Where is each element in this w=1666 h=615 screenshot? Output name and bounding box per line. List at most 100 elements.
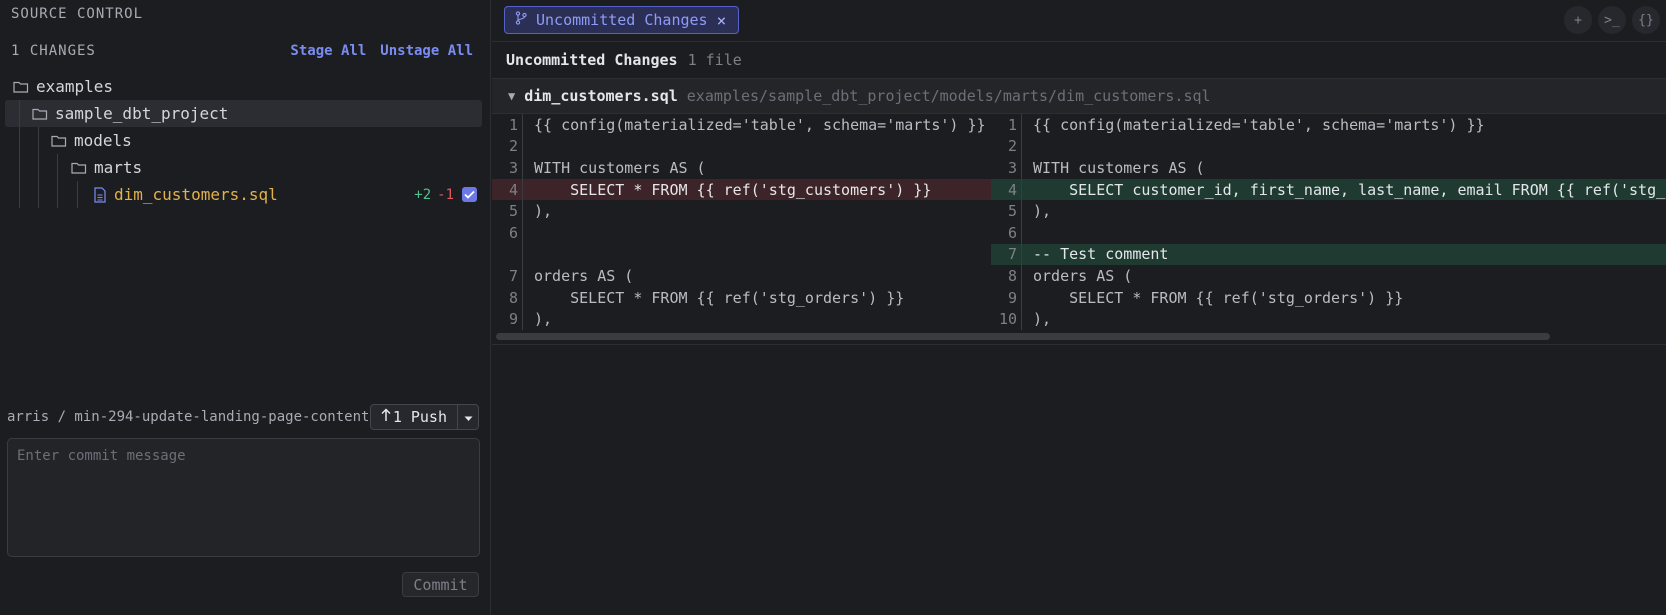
line-code: {{ config(materialized='table', schema='… <box>534 115 986 134</box>
original-pane: 1 {{ config(materialized='table', schema=… <box>492 114 991 332</box>
tree-item-label: examples <box>36 77 114 96</box>
tree-item-examples[interactable]: examples <box>5 73 482 100</box>
changes-header: 1 CHANGES Stage All Unstage All <box>11 41 473 61</box>
tree-item-dim-customers-sql[interactable]: dim_customers.sql +2 -1 <box>5 181 482 208</box>
line-number: 4 <box>1007 180 1017 199</box>
deletions-count: -1 <box>437 186 454 203</box>
gutter-divider <box>1021 114 1022 136</box>
diff-stats: +2 -1 <box>414 187 454 203</box>
commit-message-input[interactable] <box>8 439 479 556</box>
file-icon <box>93 186 107 203</box>
folder-icon <box>32 107 48 120</box>
close-icon[interactable]: × <box>717 11 727 30</box>
line-number: 3 <box>1007 158 1017 177</box>
line-number: 2 <box>508 137 518 156</box>
gutter-divider <box>522 200 523 222</box>
braces-icon[interactable]: {} <box>1632 6 1660 34</box>
tab-uncommitted-changes[interactable]: Uncommitted Changes × <box>504 6 740 34</box>
code-line: 1 {{ config(materialized='table', schema=… <box>492 114 991 136</box>
line-code: SELECT * FROM {{ ref('stg_orders') }} <box>1033 288 1404 307</box>
unstage-all-button[interactable]: Unstage All <box>380 43 473 59</box>
file-header-name: dim_customers.sql <box>524 87 678 105</box>
code-line: 8 orders AS ( <box>991 265 1666 287</box>
horizontal-scrollbar[interactable] <box>496 333 1550 340</box>
code-line: 7 orders AS ( <box>492 265 991 287</box>
tree-item-sample-dbt-project[interactable]: sample_dbt_project <box>5 100 482 127</box>
code-line: 3 WITH customers AS ( <box>991 157 1666 179</box>
line-number: 4 <box>508 180 518 199</box>
toolbar-icons: + >_ {} <box>1564 6 1660 34</box>
gutter-divider <box>522 308 523 330</box>
gutter-divider <box>1021 243 1022 266</box>
line-number: 10 <box>998 310 1017 329</box>
gutter-divider <box>522 135 523 158</box>
gutter-divider <box>522 265 523 287</box>
tree-item-marts[interactable]: marts <box>5 154 482 181</box>
file-header[interactable]: ▼ dim_customers.sql examples/sample_dbt_… <box>492 78 1666 114</box>
line-code: WITH customers AS ( <box>1033 158 1205 177</box>
file-tree: examples sample_dbt_project models marts <box>5 73 482 208</box>
tree-item-label: models <box>74 131 132 150</box>
line-code: orders AS ( <box>534 266 634 285</box>
code-line <box>492 243 991 266</box>
indent-guide <box>19 181 20 208</box>
line-code: WITH customers AS ( <box>534 158 706 177</box>
gutter-divider <box>1021 221 1022 244</box>
folder-icon <box>51 134 67 147</box>
tree-item-models[interactable]: models <box>5 127 482 154</box>
check-icon <box>464 190 475 199</box>
line-number: 1 <box>1007 115 1017 134</box>
git-branch-icon <box>515 11 527 29</box>
push-label: 1 Push <box>392 408 447 426</box>
panel-title: SOURCE CONTROL <box>11 6 144 22</box>
summary-file-count: 1 file <box>687 51 742 69</box>
plus-icon[interactable]: + <box>1564 6 1592 34</box>
gutter-divider <box>1021 135 1022 158</box>
line-code: SELECT * FROM {{ ref('stg_customers') }} <box>534 180 932 199</box>
gutter-divider <box>522 221 523 244</box>
file-header-path: examples/sample_dbt_project/models/marts… <box>686 87 1211 105</box>
code-line: 9), <box>492 308 991 330</box>
code-line: 10), <box>991 308 1666 330</box>
line-number: 7 <box>1007 245 1017 264</box>
branch-name: arris / min-294-update-landing-page-cont… <box>7 409 370 425</box>
code-line: 2 <box>991 135 1666 158</box>
indent-guide <box>57 181 58 208</box>
gutter-divider <box>522 178 523 201</box>
diff-view: Uncommitted Changes × + >_ {} Uncommitte… <box>492 0 1666 615</box>
stage-all-button[interactable]: Stage All <box>290 43 366 59</box>
line-code: -- Test comment <box>1033 245 1169 264</box>
tree-item-label: dim_customers.sql <box>114 185 278 204</box>
source-control-panel: SOURCE CONTROL 1 CHANGES Stage All Unsta… <box>0 0 491 615</box>
collapse-caret-icon[interactable]: ▼ <box>508 89 515 103</box>
push-button[interactable]: 1 Push <box>371 405 458 429</box>
gutter-divider <box>522 286 523 309</box>
indent-guide <box>19 154 20 181</box>
code-line: 5), <box>492 200 991 222</box>
indent-guide <box>38 154 39 181</box>
line-number: 5 <box>508 202 518 221</box>
modified-pane: 1 {{ config(materialized='table', schema=… <box>991 114 1666 332</box>
gutter-divider <box>522 243 523 266</box>
added-line: 4 SELECT customer_id, first_name, last_n… <box>991 178 1666 201</box>
arrow-up-icon <box>381 408 391 426</box>
changes-summary: Uncommitted Changes 1 file <box>506 50 742 70</box>
indent-guide <box>19 100 20 127</box>
line-code: {{ config(materialized='table', schema='… <box>1033 115 1485 134</box>
line-code: ), <box>534 202 553 221</box>
branch-row: arris / min-294-update-landing-page-cont… <box>7 404 479 430</box>
push-dropdown-button[interactable] <box>458 405 478 429</box>
gutter-divider <box>1021 178 1022 201</box>
stage-checkbox[interactable] <box>462 187 477 202</box>
code-line: 1 {{ config(materialized='table', schema=… <box>991 114 1666 136</box>
folder-icon <box>71 161 87 174</box>
gutter-divider <box>522 157 523 179</box>
push-button-group: 1 Push <box>369 404 479 430</box>
code-line: 3 WITH customers AS ( <box>492 157 991 179</box>
commit-button[interactable]: Commit <box>402 572 479 597</box>
gutter-divider <box>1021 286 1022 309</box>
terminal-icon[interactable]: >_ <box>1598 6 1626 34</box>
line-code: ), <box>1033 310 1052 329</box>
changes-count: 1 CHANGES <box>11 43 96 59</box>
line-number: 6 <box>1007 223 1017 242</box>
